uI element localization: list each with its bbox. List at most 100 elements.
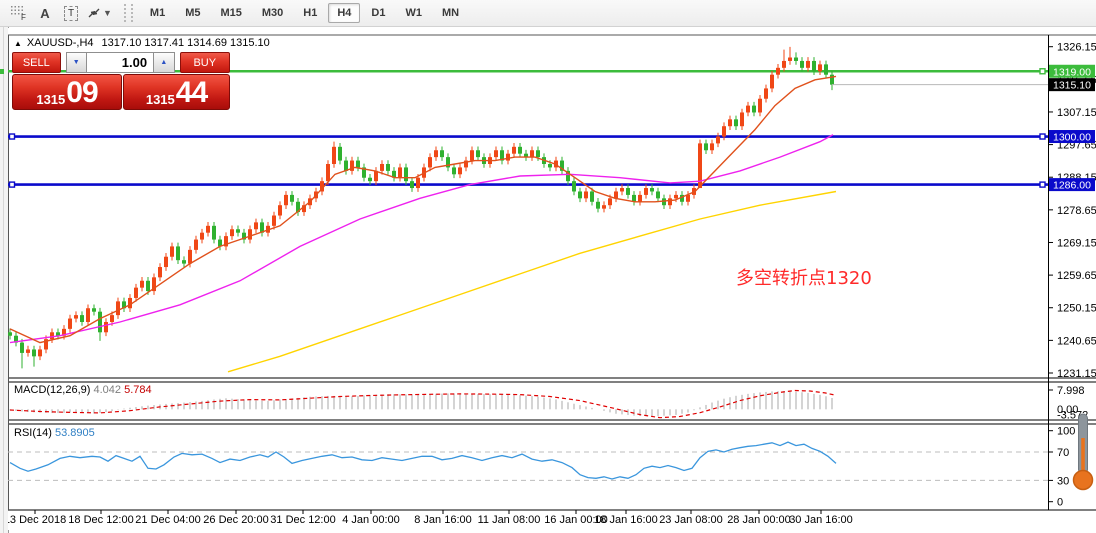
text-tool-icon[interactable]: T <box>60 2 82 24</box>
candle-body <box>458 167 462 175</box>
time-tick-label: 13 Dec 2018 <box>8 514 66 526</box>
candle-body <box>638 194 642 202</box>
buy-price-pips: 44 <box>175 76 208 109</box>
candle-body <box>806 60 810 68</box>
hline-handle[interactable] <box>1039 133 1046 140</box>
macd-main-value: 4.042 <box>93 384 122 396</box>
candle-body <box>764 88 768 99</box>
candle-body <box>470 150 474 161</box>
hline-handle[interactable] <box>1039 68 1046 75</box>
time-axis[interactable]: 13 Dec 2018 18 Dec 12:00 21 Dec 04:00 26 De… <box>8 510 853 526</box>
hline-handle[interactable] <box>8 133 16 140</box>
label-tool-icon[interactable]: A <box>34 2 56 24</box>
expand-triangle-icon[interactable]: ▲ <box>14 39 22 48</box>
sell-price-pips: 09 <box>66 76 98 109</box>
price-tick-label: 1259.65 <box>1057 270 1096 282</box>
candle-body <box>338 146 342 161</box>
price-tick-label: 1326.15 <box>1057 42 1096 54</box>
sell-price-tile[interactable]: 1315 09 <box>12 74 122 110</box>
timeframe-m1[interactable]: M1 <box>141 3 174 23</box>
candle-body <box>740 112 744 127</box>
cursor-tool-icon[interactable]: ▼ <box>86 2 112 24</box>
price-axis[interactable]: 1326.151316.651307.151297.651288.151278.… <box>1048 42 1096 380</box>
candle-body <box>284 194 288 206</box>
sell-button[interactable]: SELL <box>12 52 61 73</box>
time-tick-label: 18 Dec 12:00 <box>68 514 133 526</box>
candle-body <box>380 163 384 171</box>
time-tick-label: 4 Jan 00:00 <box>342 514 400 526</box>
macd-signal-value: 5.784 <box>124 384 152 396</box>
volume-increase-button[interactable]: ▲ <box>153 52 175 73</box>
svg-text:1286.00: 1286.00 <box>1053 180 1091 192</box>
timeframe-m5[interactable]: M5 <box>176 3 209 23</box>
candle-body <box>512 146 516 154</box>
sell-price-base: 1315 <box>36 92 66 107</box>
candle-body <box>134 287 138 298</box>
candle-body <box>674 194 678 199</box>
candle-body <box>602 205 606 209</box>
candle-body <box>572 181 576 192</box>
timeframe-w1[interactable]: W1 <box>396 3 431 23</box>
price-tick-label: 1307.15 <box>1057 107 1096 119</box>
rsi-value: 53.8905 <box>54 427 95 439</box>
time-tick-label: 8 Jan 16:00 <box>414 514 472 526</box>
chart-window[interactable]: 1326.151316.651307.151297.651288.151278.… <box>8 28 1096 530</box>
candle-body <box>434 150 438 158</box>
chart-annotation: 多空转折点1320 <box>736 268 872 289</box>
price-tick-label: 1240.65 <box>1057 335 1096 347</box>
rsi-pane[interactable]: 10070300 <box>8 426 1075 509</box>
candle-body <box>668 198 672 206</box>
timeframe-h4[interactable]: H4 <box>328 3 361 23</box>
chart-symbol: XAUUSD-,H4 <box>26 37 94 49</box>
candle-body <box>254 222 258 230</box>
timeframe-m30[interactable]: M30 <box>253 3 292 23</box>
time-tick-label: 23 Jan 08:00 <box>659 514 723 526</box>
candle-body <box>200 232 204 240</box>
timeframe-mn[interactable]: MN <box>433 3 468 23</box>
candle-body <box>548 163 552 168</box>
candle-body <box>188 249 192 264</box>
candle-body <box>116 301 120 316</box>
candle-body <box>440 150 444 158</box>
top-toolbar: F A T ▼ M1 M5 M15 M30 H1 H4 D1 W1 MN <box>0 0 1096 27</box>
candle-body <box>32 349 36 357</box>
candle-body <box>818 64 822 72</box>
candle-body <box>776 67 780 75</box>
svg-text:1319.00: 1319.00 <box>1053 66 1091 78</box>
time-tick-label: 30 Jan 16:00 <box>789 514 853 526</box>
rsi-label: RSI(14) 53.8905 <box>14 427 95 439</box>
candle-body <box>332 146 336 164</box>
timeframe-m15[interactable]: M15 <box>211 3 250 23</box>
time-tick-label: 11 Jan 08:00 <box>478 514 541 526</box>
volume-decrease-button[interactable]: ▼ <box>65 52 87 73</box>
candle-body <box>26 349 30 353</box>
candle-body <box>404 167 408 182</box>
price-tick-label: 1231.15 <box>1057 368 1096 380</box>
chevron-down-icon: ▼ <box>103 8 112 18</box>
candle-body <box>212 225 216 240</box>
rsi-line <box>9 441 837 480</box>
candle-body <box>824 64 828 75</box>
buy-button[interactable]: BUY <box>179 52 231 73</box>
candle-body <box>416 177 420 189</box>
candle-body <box>452 167 456 175</box>
toolbar-grip[interactable] <box>123 4 133 22</box>
timeframe-h1[interactable]: H1 <box>294 3 326 23</box>
candle-body <box>110 315 114 322</box>
candle-body <box>206 225 210 233</box>
candle-body <box>788 57 792 61</box>
candle-body <box>80 315 84 322</box>
candle-body <box>518 146 522 154</box>
timeframe-d1[interactable]: D1 <box>362 3 394 23</box>
candle-body <box>608 198 612 206</box>
svg-text:1300.00: 1300.00 <box>1053 132 1091 144</box>
hline-handle[interactable] <box>1039 181 1046 188</box>
candle-body <box>626 188 630 195</box>
hline-handle[interactable] <box>8 181 16 188</box>
thermometer-icon[interactable] <box>1070 412 1096 499</box>
macd-pane[interactable]: 7.9980.00-3.572 <box>9 385 1088 422</box>
volume-input[interactable]: 1.00 <box>86 52 154 73</box>
candle-body <box>68 318 72 329</box>
buy-price-tile[interactable]: 1315 44 <box>123 74 230 110</box>
indicator-grid-icon[interactable]: F <box>8 2 30 24</box>
